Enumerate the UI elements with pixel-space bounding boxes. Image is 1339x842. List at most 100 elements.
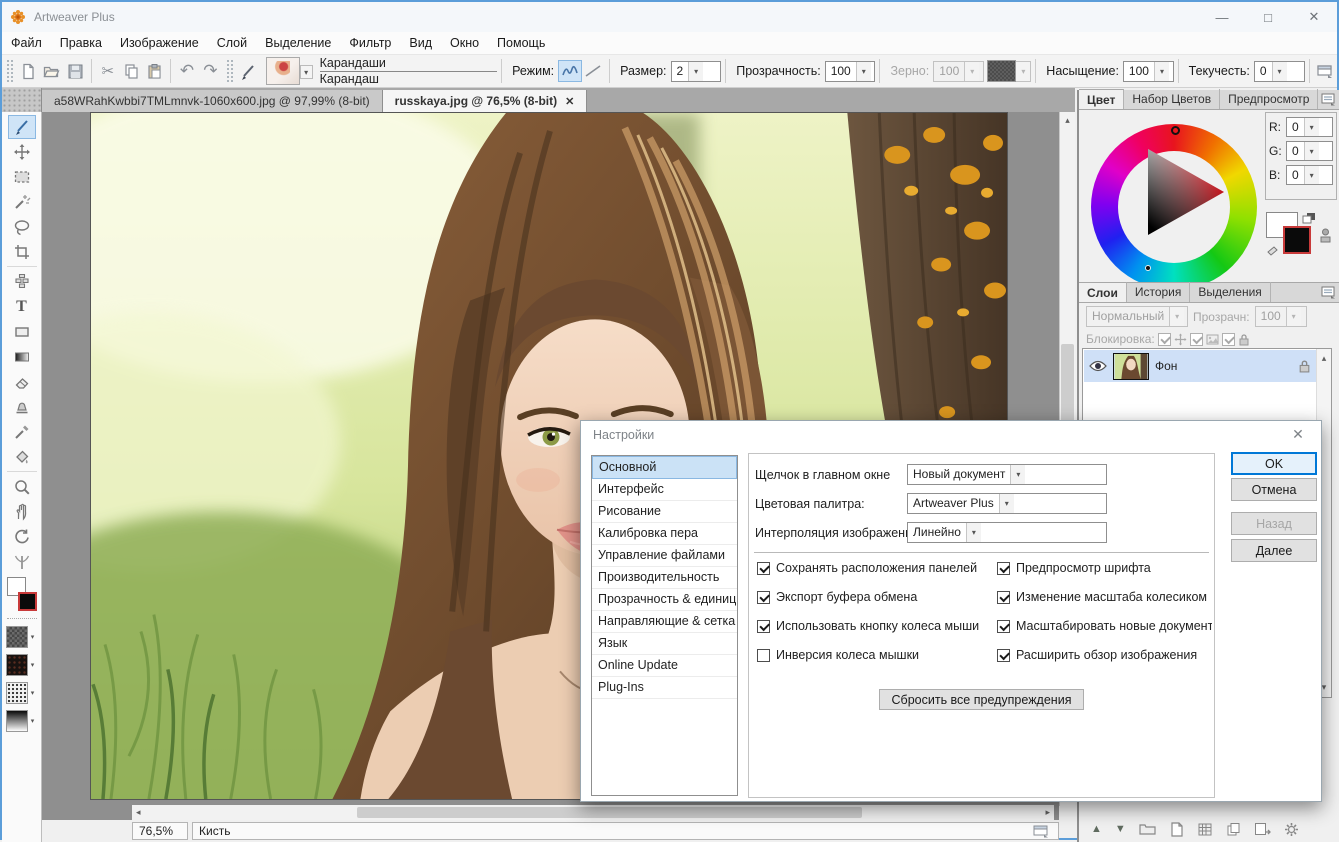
tool-crop-button[interactable]: [8, 240, 36, 264]
freehand-mode-button[interactable]: [558, 60, 581, 82]
menu-window[interactable]: Окно: [441, 33, 488, 53]
main-window-click-combo[interactable]: Новый документ ▾: [907, 464, 1107, 485]
tab-color[interactable]: Цвет: [1079, 89, 1124, 109]
media-scatter-swatch[interactable]: ▾: [6, 682, 38, 704]
font-preview-box[interactable]: [997, 562, 1010, 575]
menu-filter[interactable]: Фильтр: [340, 33, 400, 53]
open-button[interactable]: [40, 59, 63, 83]
extend-image-overview-checkbox[interactable]: Расширить обзор изображения: [997, 648, 1212, 662]
toggle-panel-button[interactable]: [1314, 59, 1337, 83]
menu-help[interactable]: Помощь: [488, 33, 554, 53]
next-button[interactable]: Далее: [1231, 539, 1317, 562]
lock-pixels-checkbox[interactable]: [1190, 333, 1203, 346]
swap-colors-icon[interactable]: [1302, 212, 1316, 224]
color-picker-tool-icon[interactable]: [1318, 228, 1333, 244]
wheel-zoom-box[interactable]: [997, 591, 1010, 604]
font-preview-checkbox[interactable]: Предпросмотр шрифта: [997, 561, 1212, 575]
menu-file[interactable]: Файл: [2, 33, 51, 53]
tool-hand-button[interactable]: [8, 500, 36, 524]
media-texture-swatch[interactable]: ▾: [6, 626, 38, 648]
layer-move-down-button[interactable]: ▼: [1115, 823, 1126, 835]
wheel-zoom-checkbox[interactable]: Изменение масштаба колесиком: [997, 590, 1212, 604]
tool-shape-button[interactable]: [8, 320, 36, 344]
copy-button[interactable]: [119, 59, 142, 83]
scroll-left-arrow[interactable]: ◂: [132, 807, 141, 818]
tool-paint-bucket-button[interactable]: [8, 445, 36, 469]
lock-all-checkbox[interactable]: [1222, 333, 1235, 346]
tool-symmetry-button[interactable]: [8, 550, 36, 574]
g-combo[interactable]: 0▾: [1286, 141, 1333, 161]
menu-selection[interactable]: Выделение: [256, 33, 340, 53]
paste-button[interactable]: [143, 59, 166, 83]
close-button[interactable]: ✕: [1291, 2, 1337, 32]
g-dd-arrow[interactable]: ▾: [1304, 142, 1319, 160]
menu-image[interactable]: Изображение: [111, 33, 208, 53]
sv-marker[interactable]: [1145, 265, 1151, 271]
interpolation-combo[interactable]: Линейно ▾: [907, 522, 1107, 543]
line-mode-button[interactable]: [582, 60, 605, 82]
gradient-dd-arrow[interactable]: ▾: [28, 710, 38, 732]
delete-layer-button[interactable]: [1284, 822, 1299, 837]
default-colors-icon[interactable]: [1266, 244, 1279, 256]
category-file-handling[interactable]: Управление файлами: [592, 545, 737, 567]
tool-marquee-button[interactable]: [8, 165, 36, 189]
tool-brush-button[interactable]: [8, 115, 36, 139]
menu-view[interactable]: Вид: [400, 33, 441, 53]
reset-warnings-button[interactable]: Сбросить все предупреждения: [879, 689, 1084, 710]
r-dd-arrow[interactable]: ▾: [1304, 118, 1319, 136]
hue-marker[interactable]: [1171, 126, 1180, 135]
use-wheel-button-checkbox[interactable]: Использовать кнопку колеса мыши: [757, 619, 992, 633]
opacity-dropdown-arrow[interactable]: ▾: [856, 62, 871, 81]
saturation-triangle[interactable]: [1118, 136, 1230, 248]
tool-clone-stamp-button[interactable]: [8, 395, 36, 419]
maximize-button[interactable]: □: [1245, 2, 1291, 32]
panel-background-swatch[interactable]: [1283, 226, 1311, 254]
layer-move-up-button[interactable]: ▲: [1091, 823, 1102, 835]
saturation-dropdown-arrow[interactable]: ▾: [1154, 62, 1169, 81]
category-general[interactable]: Основной: [592, 456, 737, 479]
export-clipboard-box[interactable]: [757, 591, 770, 604]
category-online-update[interactable]: Online Update: [592, 655, 737, 677]
tool-zoom-button[interactable]: [8, 475, 36, 499]
category-language[interactable]: Язык: [592, 633, 737, 655]
export-layer-button[interactable]: [1254, 822, 1271, 837]
tool-gradient-button[interactable]: [8, 345, 36, 369]
duplicate-layer-button[interactable]: [1226, 822, 1241, 837]
category-interface[interactable]: Интерфейс: [592, 479, 737, 501]
tool-eraser-button[interactable]: [8, 370, 36, 394]
toolbar-grip[interactable]: [6, 59, 13, 83]
save-panel-layout-box[interactable]: [757, 562, 770, 575]
category-performance[interactable]: Производительность: [592, 567, 737, 589]
save-panel-layout-checkbox[interactable]: Сохранять расположения панелей: [757, 561, 992, 575]
tab-close-icon[interactable]: ✕: [565, 95, 574, 108]
undo-button[interactable]: ↶: [175, 59, 198, 83]
zoom-new-documents-box[interactable]: [997, 620, 1010, 633]
size-combo[interactable]: 2 ▾: [671, 61, 722, 82]
category-guides-grid[interactable]: Направляющие & сетка: [592, 611, 737, 633]
redo-button[interactable]: ↷: [199, 59, 222, 83]
category-pen-calibration[interactable]: Калибровка пера: [592, 523, 737, 545]
opacity-combo[interactable]: 100 ▾: [825, 61, 876, 82]
tool-mosaic-button[interactable]: [8, 270, 36, 294]
tool-text-button[interactable]: T: [8, 295, 36, 319]
tab-selections[interactable]: Выделения: [1190, 282, 1270, 302]
texture-dropdown-arrow[interactable]: ▾: [1016, 62, 1030, 81]
tool-lasso-button[interactable]: [8, 215, 36, 239]
media-pattern-swatch[interactable]: ▾: [6, 654, 38, 676]
layer-scroll-up[interactable]: ▴: [1317, 353, 1331, 364]
interpolation-dd[interactable]: ▾: [966, 523, 981, 542]
toolbar-grip2[interactable]: [226, 59, 233, 83]
category-transparency-units[interactable]: Прозрачность & единицы: [592, 589, 737, 611]
cut-button[interactable]: ✂: [96, 59, 119, 83]
category-plugins[interactable]: Plug-Ins: [592, 677, 737, 699]
ok-button[interactable]: OK: [1231, 452, 1317, 475]
extend-image-overview-box[interactable]: [997, 649, 1010, 662]
texture-swatch[interactable]: [987, 60, 1016, 82]
tool-magic-wand-button[interactable]: [8, 190, 36, 214]
brush-tool-indicator[interactable]: [237, 59, 260, 83]
flow-dropdown-arrow[interactable]: ▾: [1272, 62, 1287, 81]
invert-wheel-box[interactable]: [757, 649, 770, 662]
horizontal-scrollbar[interactable]: ◂ ▸: [132, 805, 1054, 820]
status-panel-icon[interactable]: [1033, 825, 1050, 838]
color-swatch-pair[interactable]: [7, 577, 37, 611]
